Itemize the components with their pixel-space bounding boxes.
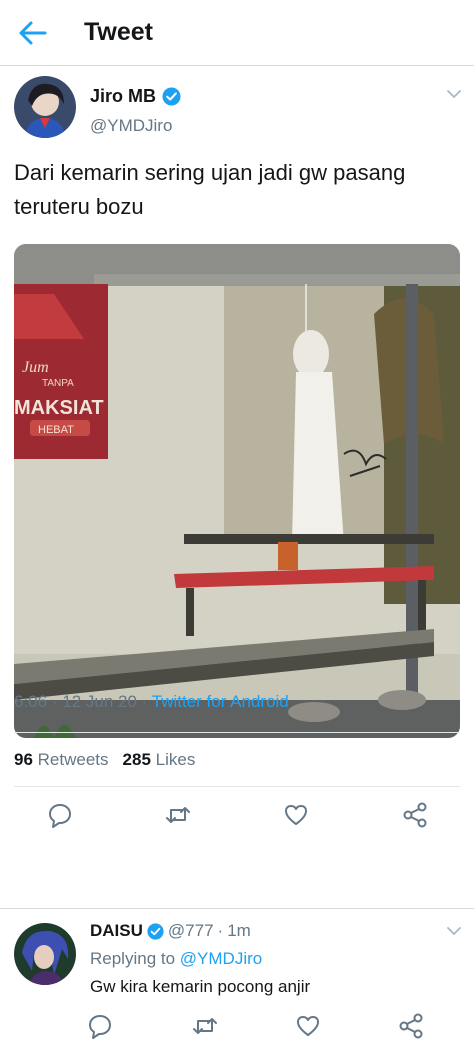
reply-text: Gw kira kemarin pocong anjir [90, 977, 311, 996]
like-icon[interactable] [295, 1013, 321, 1039]
reply-tweet[interactable]: DAISU @777 · 1m Replying to @YMDJiro Gw … [0, 908, 474, 1050]
divider [14, 786, 460, 787]
tweet-stats: 96 Retweets 285 Likes [14, 750, 195, 770]
like-icon[interactable] [283, 802, 309, 828]
author-handle[interactable]: @YMDJiro [90, 116, 172, 136]
tweet-source-link[interactable]: Twitter for Android [152, 692, 289, 711]
poster-text-hebat: HEBAT [38, 424, 74, 436]
poster-text-tanpa: TANPA [42, 378, 74, 389]
reply-handle[interactable]: @777 [168, 921, 214, 941]
tweet-metadata: 6:06 · 12 Jun 20 · Twitter for Android [14, 692, 289, 712]
tweet-photo[interactable]: Jum TANPA MAKSIAT HEBAT [14, 244, 460, 738]
divider [14, 732, 460, 733]
avatar[interactable] [14, 76, 76, 138]
retweet-icon[interactable] [192, 1013, 218, 1039]
tweet-text: Dari kemarin sering ujan jadi gw pasang … [14, 160, 406, 219]
poster-text-maksiat: MAKSIAT [14, 397, 104, 419]
author-name-row: Jiro MB [90, 86, 181, 107]
retweets-count: 96 [14, 750, 33, 769]
meta-separator: · [51, 692, 58, 711]
likes-count: 285 [122, 750, 151, 769]
likes-label: Likes [155, 750, 196, 769]
replying-to: Replying to @YMDJiro [90, 949, 262, 969]
top-bar: Tweet [0, 0, 474, 66]
reply-age: 1m [227, 921, 251, 940]
retweet-icon[interactable] [165, 802, 191, 828]
reply-header: DAISU @777 · 1m [90, 921, 251, 941]
reply-action-bar [0, 1013, 474, 1039]
reply-display-name[interactable]: DAISU [90, 921, 143, 941]
verified-icon [162, 87, 181, 106]
likes-stat[interactable]: 285 Likes [123, 750, 196, 770]
author-display-name[interactable]: Jiro MB [90, 86, 156, 107]
replying-to-label: Replying to [90, 949, 176, 968]
tweet-action-bar [0, 800, 474, 830]
retweets-label: Retweets [37, 750, 109, 769]
avatar[interactable] [14, 923, 76, 985]
retweets-stat[interactable]: 96 Retweets [14, 750, 109, 770]
tweet-time: 6:06 [14, 692, 48, 711]
verified-icon [147, 922, 164, 940]
back-arrow-icon[interactable] [18, 20, 48, 46]
page-title: Tweet [84, 18, 153, 46]
share-icon[interactable] [402, 802, 428, 828]
poster-text-jum: Jum [22, 359, 49, 376]
replying-to-mention[interactable]: @YMDJiro [180, 949, 262, 968]
meta-separator: · [141, 692, 148, 711]
share-icon[interactable] [398, 1013, 424, 1039]
reply-icon[interactable] [47, 802, 73, 828]
reply-separator: · [217, 921, 224, 940]
reply-icon[interactable] [87, 1013, 113, 1039]
tweet-date: 12 Jun 20 [62, 692, 137, 711]
chevron-down-icon[interactable] [446, 88, 462, 100]
chevron-down-icon[interactable] [446, 925, 462, 937]
